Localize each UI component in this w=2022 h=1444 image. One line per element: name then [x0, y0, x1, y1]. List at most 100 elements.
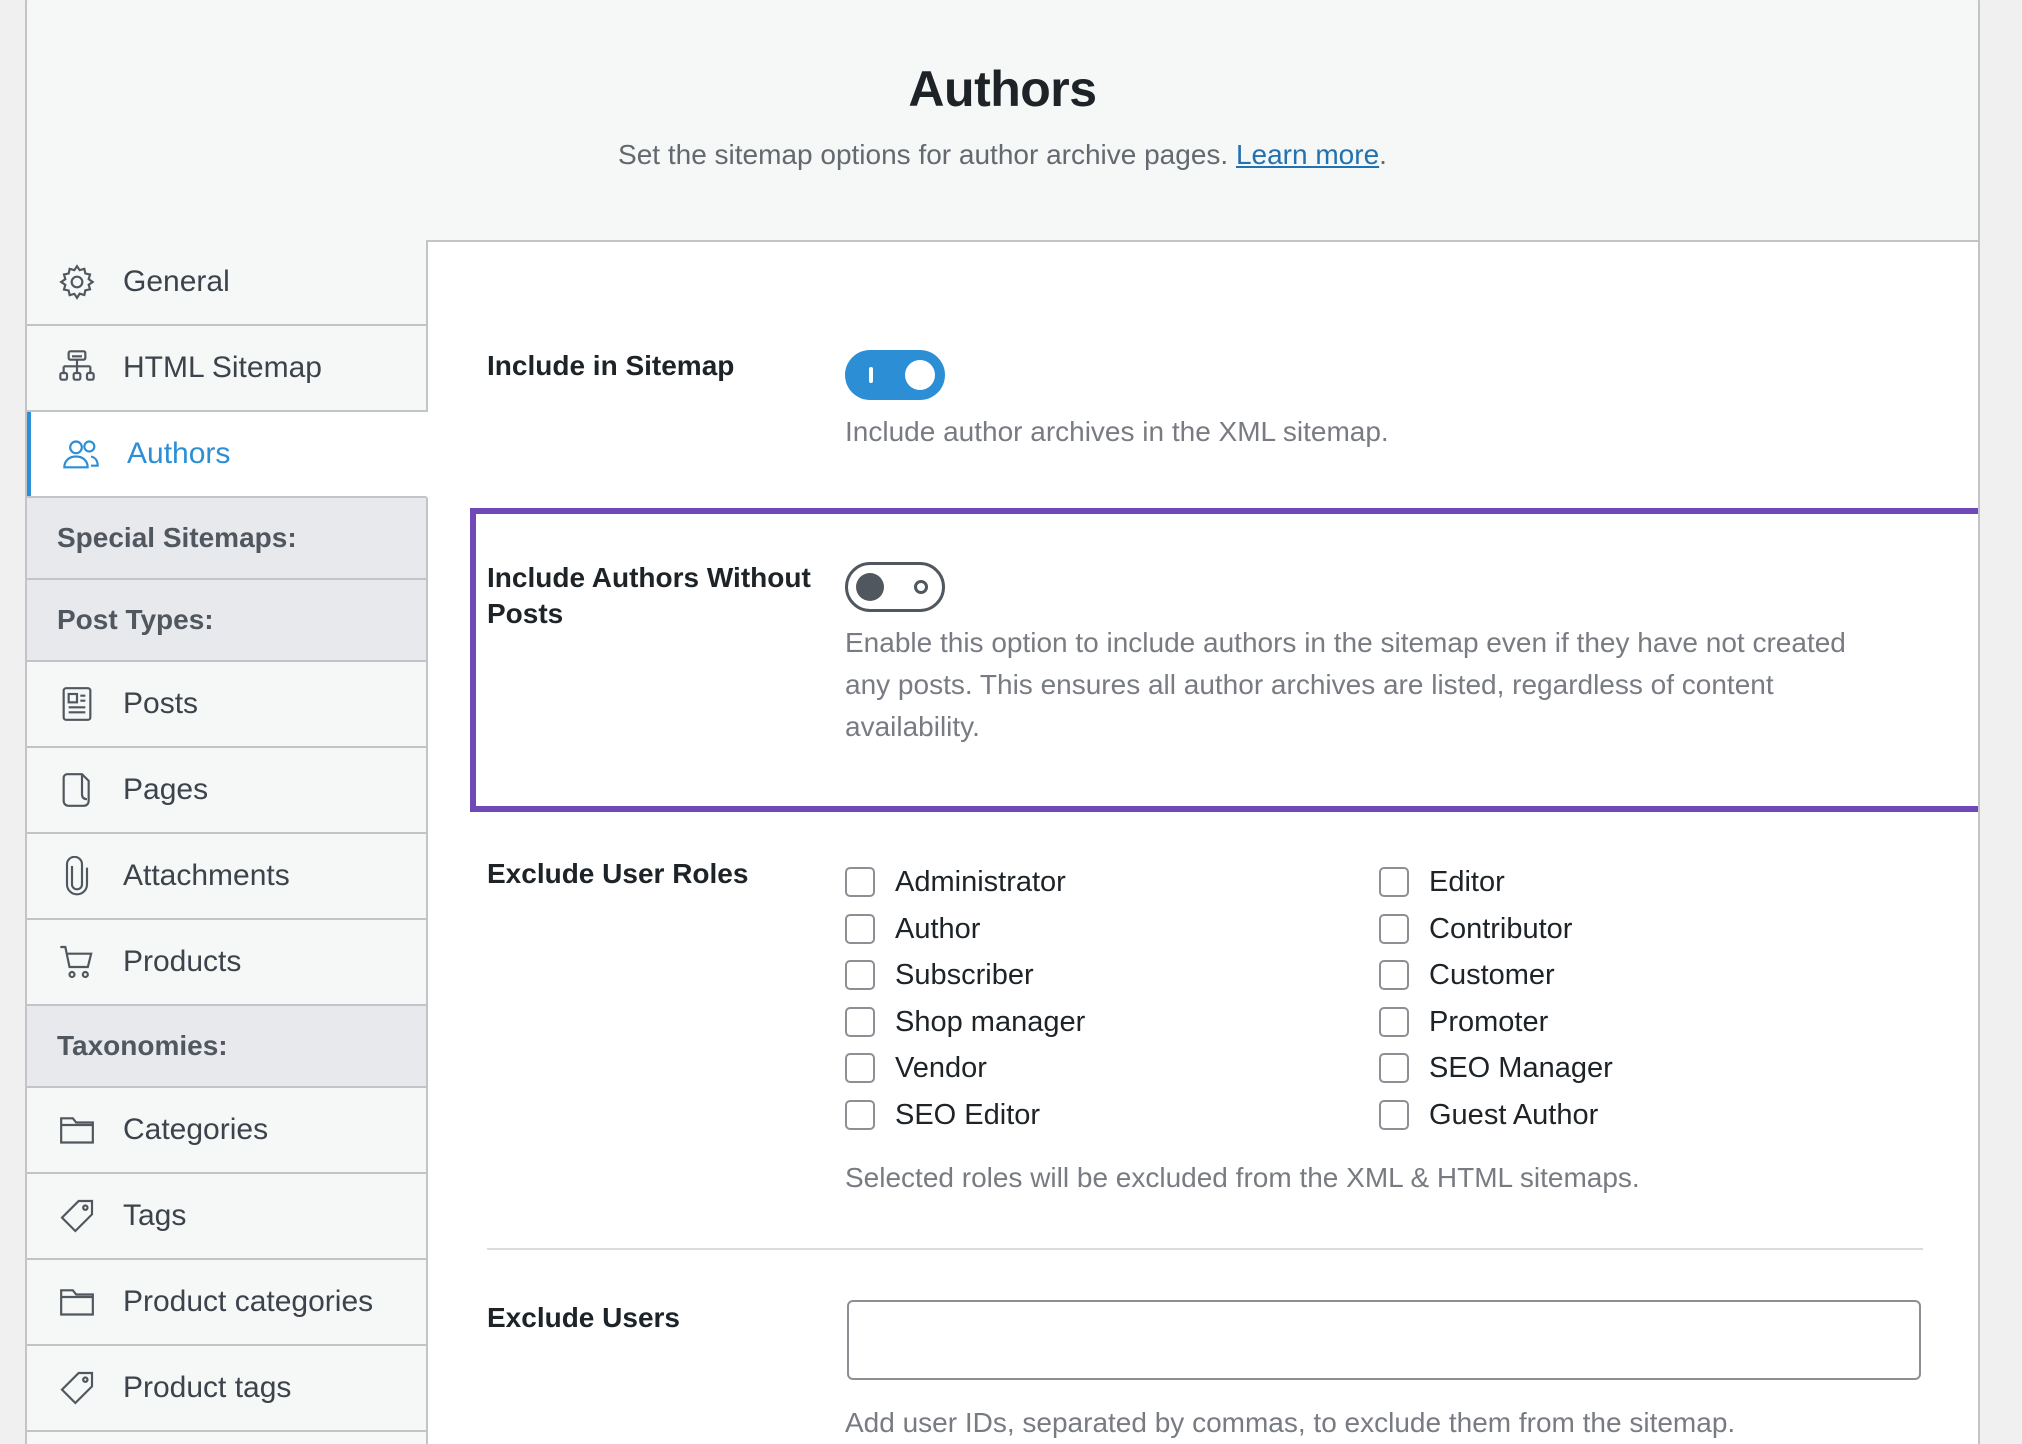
role-label: Guest Author: [1429, 1098, 1599, 1131]
include-in-sitemap-help: Include author archives in the XML sitem…: [845, 416, 1389, 447]
sidebar-item-tags[interactable]: Tags: [27, 1174, 426, 1260]
role-label: SEO Editor: [895, 1098, 1041, 1131]
role-guest-author[interactable]: Guest Author: [1379, 1095, 1598, 1135]
checkbox[interactable]: [1379, 1007, 1409, 1037]
role-label: Promoter: [1429, 1005, 1549, 1038]
checkbox[interactable]: [845, 1100, 875, 1130]
learn-more-link[interactable]: Learn more: [1236, 139, 1379, 170]
checkbox[interactable]: [845, 914, 875, 944]
cart-icon: [57, 942, 97, 982]
gear-icon: [57, 262, 97, 302]
role-label: Subscriber: [895, 958, 1034, 991]
sidebar-item-pages[interactable]: Pages: [27, 748, 426, 834]
sidebar-item-product-categories[interactable]: Product categories: [27, 1260, 426, 1346]
sidebar-item-html-sitemap[interactable]: HTML Sitemap: [27, 326, 426, 412]
role-seo-manager[interactable]: SEO Manager: [1379, 1048, 1613, 1088]
checkbox[interactable]: [1379, 867, 1409, 897]
include-without-posts-toggle[interactable]: [845, 562, 945, 612]
folder-icon: [57, 1110, 97, 1150]
role-subscriber[interactable]: Subscriber: [845, 955, 1034, 995]
label-line: Include Authors Without: [487, 562, 811, 593]
checkbox[interactable]: [845, 867, 875, 897]
exclude-users-label: Exclude Users: [487, 1302, 680, 1333]
sitemap-icon: [57, 348, 97, 388]
page-header: Authors Set the sitemap options for auth…: [27, 0, 1978, 242]
toggle-off-indicator: [914, 580, 928, 594]
help-line: Enable this option to include authors in…: [845, 627, 1846, 658]
role-shop-manager[interactable]: Shop manager: [845, 1002, 1085, 1042]
label-line: Posts: [487, 598, 564, 629]
sidebar-item-label: HTML Sitemap: [123, 351, 322, 384]
description-period: .: [1379, 139, 1387, 170]
sidebar-item-posts[interactable]: Posts: [27, 662, 426, 748]
checkbox[interactable]: [1379, 914, 1409, 944]
sidebar-item-label: General: [123, 265, 230, 298]
sidebar-item-product-tags[interactable]: Product tags: [27, 1346, 426, 1432]
checkbox[interactable]: [845, 1053, 875, 1083]
checkbox[interactable]: [845, 1007, 875, 1037]
role-label: Customer: [1429, 958, 1555, 991]
pages-icon: [57, 770, 97, 810]
include-in-sitemap-toggle[interactable]: [845, 350, 945, 400]
tag-icon: [57, 1196, 97, 1236]
tag-icon: [57, 1368, 97, 1408]
checkbox[interactable]: [1379, 1100, 1409, 1130]
checkbox[interactable]: [845, 960, 875, 990]
exclude-users-input[interactable]: [847, 1300, 1921, 1380]
role-seo-editor[interactable]: SEO Editor: [845, 1095, 1040, 1135]
section-special-sitemaps: Special Sitemaps:: [27, 498, 426, 580]
role-vendor[interactable]: Vendor: [845, 1048, 987, 1088]
exclude-users-help: Add user IDs, separated by commas, to ex…: [845, 1407, 1736, 1438]
role-contributor[interactable]: Contributor: [1379, 909, 1572, 949]
include-without-posts-help: Enable this option to include authors in…: [845, 622, 1846, 748]
sidebar-item-label: Posts: [123, 687, 199, 720]
role-label: Vendor: [895, 1051, 987, 1084]
role-label: Editor: [1429, 865, 1505, 898]
role-label: Administrator: [895, 865, 1066, 898]
page-title: Authors: [908, 61, 1097, 117]
include-in-sitemap-label: Include in Sitemap: [487, 350, 735, 381]
settings-panel: Authors Set the sitemap options for auth…: [25, 0, 1980, 1444]
paperclip-icon: [57, 856, 97, 896]
exclude-user-roles-help: Selected roles will be excluded from the…: [845, 1162, 1640, 1193]
checkbox[interactable]: [1379, 960, 1409, 990]
role-label: SEO Manager: [1429, 1051, 1613, 1084]
sidebar-item-label: Product tags: [123, 1371, 292, 1404]
sidebar-item-attachments[interactable]: Attachments: [27, 834, 426, 920]
posts-icon: [57, 684, 97, 724]
sidebar-item-label: Products: [123, 945, 242, 978]
folder-icon: [57, 1282, 97, 1322]
include-without-posts-label: Include Authors Without Posts: [487, 560, 811, 632]
sidebar-item-label: Product categories: [123, 1285, 374, 1318]
description-text: Set the sitemap options for author archi…: [618, 139, 1229, 170]
role-label: Author: [895, 912, 981, 945]
role-editor[interactable]: Editor: [1379, 862, 1505, 902]
role-label: Contributor: [1429, 912, 1573, 945]
role-customer[interactable]: Customer: [1379, 955, 1555, 995]
help-line: availability.: [845, 711, 980, 742]
role-author[interactable]: Author: [845, 909, 980, 949]
sidebar-item-label: Pages: [123, 773, 209, 806]
sidebar-item-label: Categories: [123, 1113, 269, 1146]
toggle-knob: [856, 573, 884, 601]
role-promoter[interactable]: Promoter: [1379, 1002, 1548, 1042]
role-label: Shop manager: [895, 1005, 1086, 1038]
toggle-knob: [905, 360, 935, 390]
sidebar-item-label: Tags: [123, 1199, 187, 1232]
sidebar-item-label: Attachments: [123, 859, 290, 892]
sidebar-item-label: Authors: [127, 437, 231, 470]
checkbox[interactable]: [1379, 1053, 1409, 1083]
section-taxonomies: Taxonomies:: [27, 1006, 426, 1088]
exclude-user-roles-label: Exclude User Roles: [487, 858, 749, 889]
sidebar-item-general[interactable]: General: [27, 240, 426, 326]
role-administrator[interactable]: Administrator: [845, 862, 1066, 902]
section-divider: [487, 1248, 1923, 1250]
sidebar-item-authors[interactable]: Authors: [27, 412, 428, 498]
sidebar-item-categories[interactable]: Categories: [27, 1088, 426, 1174]
page-description: Set the sitemap options for author archi…: [27, 139, 1978, 171]
sidebar-item-products[interactable]: Products: [27, 920, 426, 1006]
main-content: Include in Sitemap Include author archiv…: [428, 240, 1978, 1444]
users-icon: [61, 434, 101, 474]
sidebar: General HTML Sitemap Authors Special Sit…: [27, 240, 428, 1444]
section-post-types: Post Types:: [27, 580, 426, 662]
